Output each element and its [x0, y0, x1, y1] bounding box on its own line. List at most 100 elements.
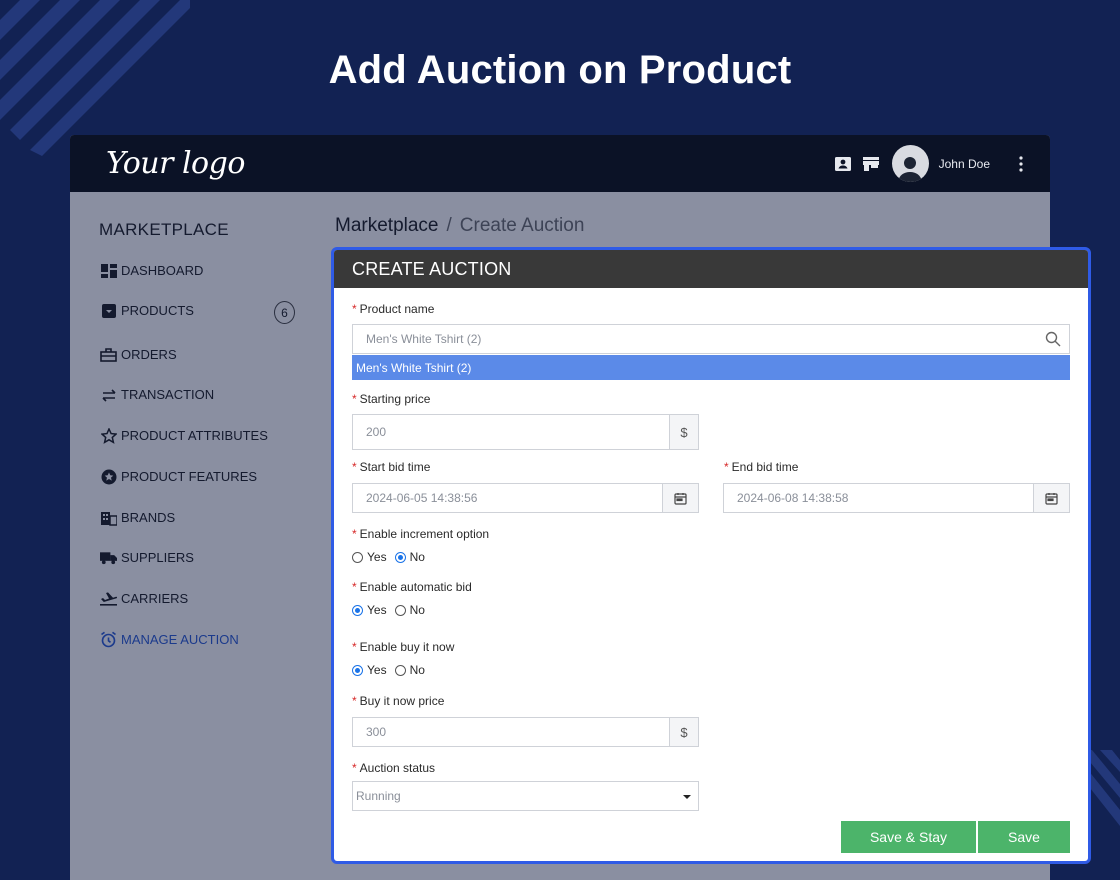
- sidebar-item-product-attributes[interactable]: PRODUCT ATTRIBUTES: [100, 427, 268, 444]
- breadcrumb-current: Create Auction: [459, 215, 585, 236]
- buy-it-now-radio-group: Yes No: [352, 663, 433, 677]
- radio-label: No: [409, 603, 425, 617]
- sidebar-item-brands[interactable]: BRANDS: [100, 509, 175, 526]
- sidebar-item-label: DASHBOARD: [121, 263, 204, 278]
- save-button[interactable]: Save: [978, 821, 1070, 853]
- increment-option-radio-group: Yes No: [352, 550, 433, 564]
- sidebar-item-label: PRODUCT FEATURES: [121, 469, 258, 484]
- badge-star-icon: [100, 468, 117, 485]
- sidebar-item-transaction[interactable]: TRANSACTION: [100, 386, 214, 403]
- required-mark: *: [352, 392, 357, 406]
- end-bid-time-label: * End bid time: [724, 460, 798, 474]
- auction-status-select[interactable]: Running: [352, 781, 699, 811]
- radio-label: No: [409, 663, 425, 677]
- product-name-label: * Product name: [352, 302, 434, 316]
- start-bid-time-input[interactable]: 2024-06-05 14:38:56: [352, 483, 699, 513]
- user-name[interactable]: John Doe: [939, 157, 990, 171]
- sidebar-item-label: CARRIERS: [121, 591, 189, 606]
- currency-addon: $: [669, 717, 699, 747]
- end-bid-time-label-text: End bid time: [731, 460, 799, 474]
- required-mark: *: [352, 640, 357, 654]
- sidebar-item-label: ORDERS: [121, 347, 177, 362]
- starting-price-input[interactable]: 200 $: [352, 414, 699, 450]
- brand-logo[interactable]: Your logo: [106, 146, 245, 181]
- save-and-stay-button[interactable]: Save & Stay: [841, 821, 976, 853]
- radio-label: Yes: [367, 603, 387, 617]
- starting-price-label-text: Starting price: [359, 392, 431, 406]
- building-icon: [100, 509, 117, 526]
- currency-addon: $: [669, 414, 699, 450]
- breadcrumb: Marketplace / Create Auction: [335, 215, 584, 237]
- chevron-down-icon: [683, 795, 691, 799]
- buy-it-now-price-label: * Buy it now price: [352, 694, 444, 708]
- required-mark: *: [352, 761, 357, 775]
- radio-label: No: [409, 550, 425, 564]
- radio-button-selected[interactable]: [394, 552, 406, 563]
- end-bid-time-input[interactable]: 2024-06-08 14:38:58: [723, 483, 1070, 513]
- user-avatar[interactable]: [891, 145, 929, 182]
- sidebar-item-products[interactable]: PRODUCTS: [100, 302, 194, 319]
- sidebar-item-label: MANAGE AUCTION: [121, 632, 239, 647]
- automatic-bid-label: * Enable automatic bid: [352, 580, 472, 594]
- radio-button[interactable]: [352, 552, 363, 563]
- store-icon[interactable]: [862, 155, 880, 173]
- sidebar-item-orders[interactable]: ORDERS: [100, 346, 177, 363]
- product-suggestion-item[interactable]: Men's White Tshirt (2): [352, 355, 1070, 380]
- sidebar-item-suppliers[interactable]: SUPPLIERS: [100, 549, 194, 566]
- buy-it-now-label: * Enable buy it now: [352, 640, 454, 654]
- top-navbar: Your logo John Doe: [70, 135, 1050, 192]
- radio-label: Yes: [367, 550, 387, 564]
- sidebar-item-label: SUPPLIERS: [121, 550, 194, 565]
- sidebar-item-label: PRODUCTS: [121, 303, 194, 318]
- calendar-icon[interactable]: [662, 483, 699, 513]
- increment-option-label-text: Enable increment option: [359, 527, 490, 541]
- buy-it-now-yes-option[interactable]: Yes: [352, 663, 387, 677]
- calendar-icon[interactable]: [1033, 483, 1070, 513]
- sidebar-item-carriers[interactable]: CARRIERS: [100, 590, 188, 607]
- automatic-bid-no-option[interactable]: No: [394, 603, 425, 617]
- radio-button[interactable]: [394, 665, 406, 676]
- sidebar-item-dashboard[interactable]: DASHBOARD: [100, 262, 203, 279]
- orders-icon: [100, 346, 117, 363]
- increment-no-option[interactable]: No: [394, 550, 425, 564]
- automatic-bid-label-text: Enable automatic bid: [359, 580, 472, 594]
- radio-label: Yes: [367, 663, 387, 677]
- plane-icon: [100, 590, 117, 607]
- buy-it-now-no-option[interactable]: No: [394, 663, 425, 677]
- end-bid-time-value: 2024-06-08 14:38:58: [737, 491, 849, 505]
- buy-it-now-price-value: 300: [366, 725, 387, 739]
- increment-option-label: * Enable increment option: [352, 527, 489, 541]
- sidebar-item-manage-auction[interactable]: MANAGE AUCTION: [100, 631, 239, 648]
- radio-button-selected[interactable]: [352, 665, 363, 676]
- required-mark: *: [352, 460, 357, 474]
- dashboard-icon: [100, 262, 117, 279]
- search-icon[interactable]: [1045, 331, 1061, 350]
- product-name-input[interactable]: Men's White Tshirt (2): [352, 324, 1070, 354]
- start-bid-time-label-text: Start bid time: [359, 460, 431, 474]
- increment-yes-option[interactable]: Yes: [352, 550, 387, 564]
- sidebar-item-product-features[interactable]: PRODUCT FEATURES: [100, 468, 257, 485]
- buy-it-now-price-label-text: Buy it now price: [359, 694, 445, 708]
- required-mark: *: [352, 527, 357, 541]
- buy-it-now-price-input[interactable]: 300 $: [352, 717, 699, 747]
- page-headline: Add Auction on Product: [328, 48, 792, 92]
- auction-status-value: Running: [356, 789, 401, 803]
- breadcrumb-root[interactable]: Marketplace: [335, 215, 439, 236]
- radio-button[interactable]: [394, 605, 406, 616]
- buy-it-now-label-text: Enable buy it now: [359, 640, 455, 654]
- more-options-icon[interactable]: [1012, 155, 1030, 173]
- sidebar-item-label: PRODUCT ATTRIBUTES: [121, 428, 268, 443]
- required-mark: *: [724, 460, 729, 474]
- auction-status-label-text: Auction status: [359, 761, 436, 775]
- contact-card-icon[interactable]: [834, 155, 852, 173]
- product-name-value: Men's White Tshirt (2): [366, 332, 482, 346]
- automatic-bid-yes-option[interactable]: Yes: [352, 603, 387, 617]
- sidebar-item-label: BRANDS: [121, 510, 176, 525]
- topbar-actions: John Doe: [834, 135, 1030, 192]
- transaction-icon: [100, 386, 117, 403]
- starting-price-value: 200: [366, 425, 387, 439]
- start-bid-time-label: * Start bid time: [352, 460, 430, 474]
- required-mark: *: [352, 694, 357, 708]
- required-mark: *: [352, 302, 357, 316]
- radio-button-selected[interactable]: [352, 605, 363, 616]
